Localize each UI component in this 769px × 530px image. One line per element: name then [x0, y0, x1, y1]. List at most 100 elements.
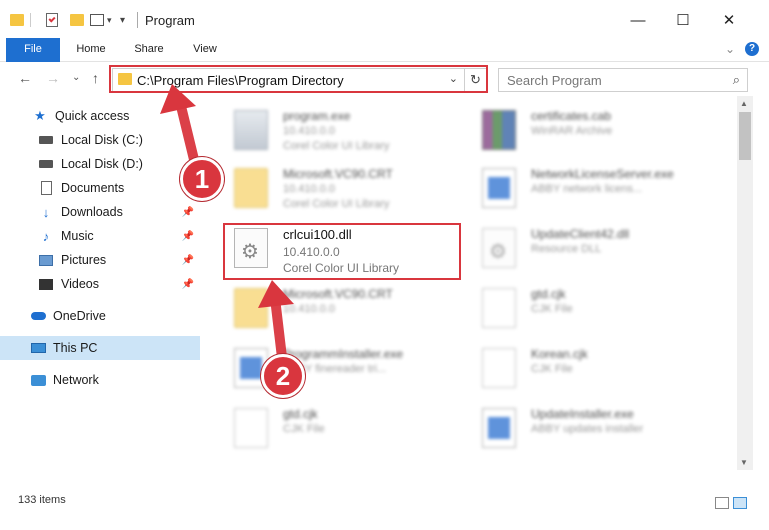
file-name: NetworkLicenseServer.exe — [531, 167, 674, 181]
list-item[interactable]: ProgrammInstaller.exe ABBY finereader tr… — [220, 342, 470, 398]
file-description: Resource DLL — [531, 243, 602, 255]
file-description: ABBY updates installer — [531, 423, 644, 435]
gear-icon: ⚙ — [489, 241, 507, 263]
file-version: 10.410.0.0 — [283, 125, 335, 137]
file-description: Corel Color UI Library — [283, 140, 390, 152]
ribbon-collapse-icon[interactable]: ⌄ — [725, 42, 735, 56]
file-name: Korean.cjk — [531, 347, 588, 361]
dll-file-icon: ⚙ — [482, 228, 516, 268]
sidebar-item-downloads[interactable]: ↓ Downloads 📌 — [0, 200, 200, 224]
tab-view[interactable]: View — [184, 38, 226, 62]
list-item[interactable]: Microsoft.VC90.CRT 10.410.0.0 Corel Colo… — [220, 162, 470, 218]
properties-icon[interactable] — [46, 10, 58, 30]
close-button[interactable]: ✕ — [714, 8, 744, 32]
pin-icon[interactable]: 📌 — [182, 255, 194, 266]
help-icon[interactable]: ? — [745, 42, 759, 56]
search-placeholder: Search Program — [507, 73, 602, 88]
file-icon — [482, 348, 516, 388]
file-name: certificates.cab — [531, 109, 612, 123]
file-name: UpdateClient42.dll — [531, 227, 630, 241]
file-description: ABBY network licens... — [531, 183, 643, 195]
sidebar-item-label: Documents — [61, 181, 125, 195]
onedrive-icon — [30, 309, 46, 323]
file-list: program.exe 10.410.0.0 Corel Color UI Li… — [210, 96, 737, 470]
title-separator — [137, 12, 138, 28]
archive-file-icon — [482, 110, 516, 150]
sidebar-item-label: Music — [61, 229, 94, 243]
file-highlight-box — [223, 223, 461, 280]
new-folder-icon[interactable] — [70, 10, 84, 30]
sidebar-item-label: Network — [53, 373, 99, 387]
details-view-icon[interactable] — [715, 497, 729, 509]
sidebar-item-label: This PC — [53, 341, 98, 355]
file-description: CJK File — [531, 303, 573, 315]
forward-button[interactable]: → — [46, 70, 60, 86]
file-description: Corel Color UI Library — [283, 198, 390, 210]
file-icon — [234, 408, 268, 448]
list-item[interactable]: program.exe 10.410.0.0 Corel Color UI Li… — [220, 104, 470, 160]
sidebar-item-documents[interactable]: Documents — [0, 176, 200, 200]
pin-icon[interactable]: 📌 — [182, 207, 194, 218]
pictures-icon — [38, 253, 54, 267]
application-icon — [482, 408, 516, 448]
vertical-scrollbar[interactable]: ▲ ▼ — [737, 96, 753, 470]
item-count: 133 items — [18, 494, 66, 506]
tab-file[interactable]: File — [6, 38, 60, 62]
maximize-button[interactable]: ☐ — [668, 8, 698, 32]
list-item[interactable]: UpdateInstaller.exe ABBY updates install… — [468, 402, 718, 458]
application-icon — [482, 168, 516, 208]
list-item[interactable]: gtd.cjk CJK File — [468, 282, 718, 338]
navigation-pane: ★ Quick access Local Disk (C:) Local Dis… — [0, 100, 202, 470]
scrollbar-thumb[interactable] — [739, 112, 751, 160]
qat-dropdown-icon[interactable]: ▾ — [120, 10, 125, 30]
list-item[interactable]: ⚙ UpdateClient42.dll Resource DLL — [468, 222, 718, 278]
qat-divider — [30, 10, 31, 30]
tab-share[interactable]: Share — [128, 38, 170, 62]
file-icon — [482, 288, 516, 328]
minimize-button[interactable]: — — [623, 8, 653, 32]
sidebar-item-local-disk-d[interactable]: Local Disk (D:) — [0, 152, 200, 176]
file-name: Microsoft.VC90.CRT — [283, 167, 393, 181]
sidebar-item-network[interactable]: Network — [0, 368, 200, 392]
star-icon: ★ — [34, 108, 46, 123]
window-title: Program — [145, 13, 195, 28]
music-icon: ♪ — [42, 228, 50, 244]
sidebar-item-videos[interactable]: Videos 📌 — [0, 272, 200, 296]
search-input[interactable]: Search Program ⌕ — [498, 68, 748, 92]
this-pc-icon — [30, 341, 46, 355]
sidebar-item-label: Quick access — [55, 109, 130, 123]
downloads-icon: ↓ — [42, 204, 50, 220]
sidebar-item-onedrive[interactable]: OneDrive — [0, 304, 200, 328]
videos-icon — [38, 277, 54, 291]
back-button[interactable]: ← — [18, 70, 32, 86]
pin-icon[interactable]: 📌 — [182, 231, 194, 242]
title-bar: ▾ ▾ Program — ☐ ✕ — [0, 0, 769, 38]
up-button[interactable]: ↑ — [92, 70, 99, 86]
step-2-badge: 2 — [261, 354, 305, 398]
list-item[interactable]: Microsoft.VC90.CRT 10.410.0.0 — [220, 282, 470, 338]
sidebar-item-label: Local Disk (D:) — [61, 157, 143, 171]
documents-icon — [38, 181, 54, 195]
sidebar-item-music[interactable]: ♪ Music 📌 — [0, 224, 200, 248]
sidebar-item-local-disk-c[interactable]: Local Disk (C:) — [0, 128, 200, 152]
file-name: UpdateInstaller.exe — [531, 407, 634, 421]
file-name: gtd.cjk — [531, 287, 566, 301]
sidebar-item-pictures[interactable]: Pictures 📌 — [0, 248, 200, 272]
sidebar-item-label: Videos — [61, 277, 99, 291]
scroll-up-icon[interactable]: ▲ — [740, 99, 748, 108]
list-item[interactable]: certificates.cab WinRAR Archive — [468, 104, 718, 160]
sidebar-item-quick-access[interactable]: ★ Quick access — [0, 104, 200, 128]
list-item[interactable]: Korean.cjk CJK File — [468, 342, 718, 398]
list-item[interactable]: gtd.cjk CJK File — [220, 402, 470, 458]
customize-icon[interactable]: ▾ — [90, 10, 112, 30]
scroll-down-icon[interactable]: ▼ — [740, 458, 748, 467]
sidebar-item-this-pc[interactable]: This PC — [0, 336, 200, 360]
list-item[interactable]: NetworkLicenseServer.exe ABBY network li… — [468, 162, 718, 218]
recent-locations-button[interactable]: ⌄ — [72, 72, 80, 83]
file-name: ProgrammInstaller.exe — [283, 347, 404, 361]
network-icon — [30, 373, 46, 387]
tab-home[interactable]: Home — [70, 38, 112, 62]
pin-icon[interactable]: 📌 — [182, 279, 194, 290]
file-description: CJK File — [531, 363, 573, 375]
large-icons-view-icon[interactable] — [733, 497, 747, 509]
